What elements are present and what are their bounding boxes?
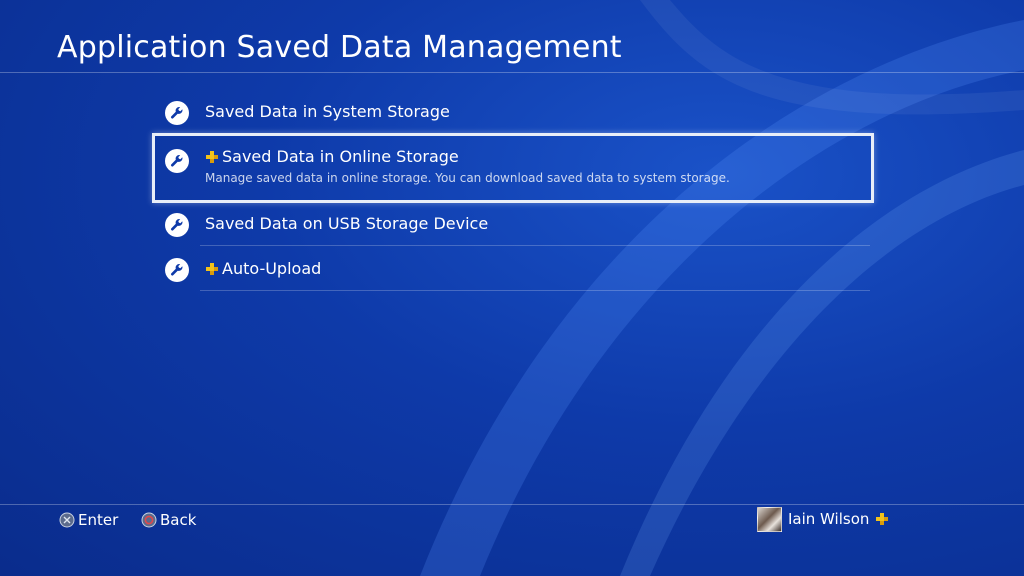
enter-label: Enter (78, 511, 119, 529)
wrench-icon (165, 213, 189, 237)
avatar (757, 506, 782, 532)
menu-item-description: Manage saved data in online storage. You… (205, 171, 730, 185)
user-profile[interactable]: Iain Wilson (757, 506, 889, 532)
enter-hint[interactable]: Enter (59, 509, 118, 531)
menu-item-system-storage[interactable]: Saved Data in System Storage (150, 89, 874, 134)
psplus-icon (206, 151, 218, 163)
footer-divider (0, 504, 1024, 505)
back-label: Back (160, 511, 197, 529)
menu-list: Saved Data in System Storage Saved Data … (150, 89, 874, 291)
cross-button-icon (59, 512, 75, 528)
psplus-icon (876, 513, 889, 525)
header: Application Saved Data Management (0, 0, 1024, 72)
header-divider (0, 72, 1024, 73)
page-title: Application Saved Data Management (57, 30, 622, 65)
menu-item-label: Auto-Upload (222, 259, 322, 278)
back-hint[interactable]: Back (141, 509, 196, 531)
menu-item-usb-storage[interactable]: Saved Data on USB Storage Device (150, 201, 874, 246)
menu-divider (200, 290, 870, 291)
user-name: Iain Wilson (788, 510, 870, 528)
psplus-icon (206, 263, 218, 275)
circle-button-icon (141, 512, 157, 528)
menu-item-label: Saved Data in System Storage (205, 102, 450, 121)
wrench-icon (165, 149, 189, 173)
wrench-icon (165, 258, 189, 282)
wrench-icon (165, 101, 189, 125)
menu-item-label: Saved Data in Online Storage (222, 147, 459, 166)
menu-item-online-storage-content: Saved Data in Online Storage Manage save… (150, 133, 874, 201)
menu-item-label: Saved Data on USB Storage Device (205, 214, 489, 233)
menu-item-auto-upload[interactable]: Auto-Upload (150, 246, 874, 291)
